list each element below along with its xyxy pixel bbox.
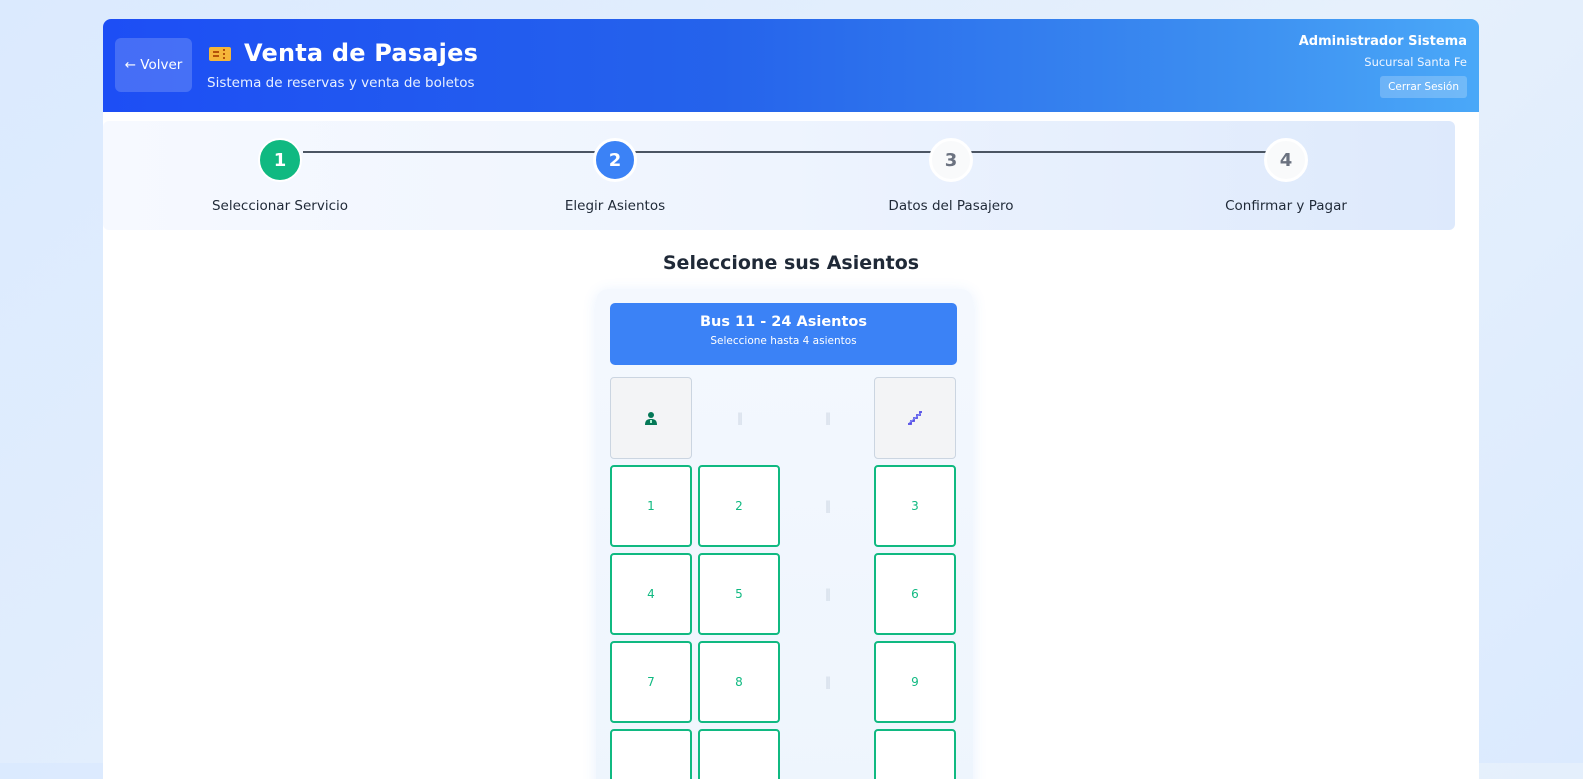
page-title: Venta de Pasajes bbox=[244, 39, 479, 67]
aisle-marker: || bbox=[824, 499, 831, 513]
app-header: ← Volver Venta de Pasajes Sistema de res… bbox=[103, 19, 1479, 112]
step-1-label: Seleccionar Servicio bbox=[211, 198, 349, 214]
bus-title: Bus 11 - 24 Asientos bbox=[699, 314, 868, 330]
step-3-label: Datos del Pasajero bbox=[888, 198, 1014, 214]
user-block: Administrador Sistema Sucursal Santa Fe … bbox=[1299, 34, 1467, 98]
seat-partial[interactable] bbox=[610, 729, 692, 779]
stepper: 1 Seleccionar Servicio 2 Elegir Asientos… bbox=[103, 121, 1455, 230]
step-2-circle: 2 bbox=[593, 138, 637, 182]
seat-5[interactable]: 5 bbox=[698, 553, 780, 635]
back-button[interactable]: ← Volver bbox=[115, 38, 192, 92]
stepper-line bbox=[303, 151, 1278, 153]
step-3-circle: 3 bbox=[929, 138, 973, 182]
step-4-label: Confirmar y Pagar bbox=[1225, 198, 1347, 214]
bus-seat-map: Bus 11 - 24 Asientos Seleccione hasta 4 … bbox=[596, 289, 973, 779]
aisle-marker: || bbox=[824, 587, 831, 601]
user-branch: Sucursal Santa Fe bbox=[1364, 55, 1467, 69]
title-row: Venta de Pasajes bbox=[209, 39, 478, 67]
seat-2[interactable]: 2 bbox=[698, 465, 780, 547]
logout-button[interactable]: Cerrar Sesión bbox=[1380, 76, 1467, 98]
step-1-circle: 1 bbox=[258, 138, 302, 182]
seat-partial[interactable] bbox=[698, 729, 780, 779]
seat-4[interactable]: 4 bbox=[610, 553, 692, 635]
ticket-icon bbox=[209, 47, 231, 61]
seat-6[interactable]: 6 bbox=[874, 553, 956, 635]
aisle-marker: || bbox=[824, 675, 831, 689]
aisle-marker: || bbox=[824, 411, 831, 425]
bus-header: Bus 11 - 24 Asientos Seleccione hasta 4 … bbox=[610, 303, 957, 365]
seat-8[interactable]: 8 bbox=[698, 641, 780, 723]
driver-cell bbox=[610, 377, 692, 459]
step-2-label: Elegir Asientos bbox=[564, 198, 666, 214]
bus-subtitle: Seleccione hasta 4 asientos bbox=[710, 335, 857, 347]
stairs-icon bbox=[908, 411, 922, 425]
seat-9[interactable]: 9 bbox=[874, 641, 956, 723]
seat-1[interactable]: 1 bbox=[610, 465, 692, 547]
seat-7[interactable]: 7 bbox=[610, 641, 692, 723]
seat-3[interactable]: 3 bbox=[874, 465, 956, 547]
seat-partial[interactable] bbox=[874, 729, 956, 779]
step-4-circle: 4 bbox=[1264, 138, 1308, 182]
aisle-marker: || bbox=[736, 411, 743, 425]
sales-card: ← Volver Venta de Pasajes Sistema de res… bbox=[103, 19, 1479, 779]
section-title: Seleccione sus Asientos bbox=[662, 252, 920, 274]
stairs-cell bbox=[874, 377, 956, 459]
page-subtitle: Sistema de reservas y venta de boletos bbox=[207, 75, 475, 91]
driver-icon bbox=[645, 412, 657, 425]
user-name: Administrador Sistema bbox=[1298, 34, 1467, 49]
